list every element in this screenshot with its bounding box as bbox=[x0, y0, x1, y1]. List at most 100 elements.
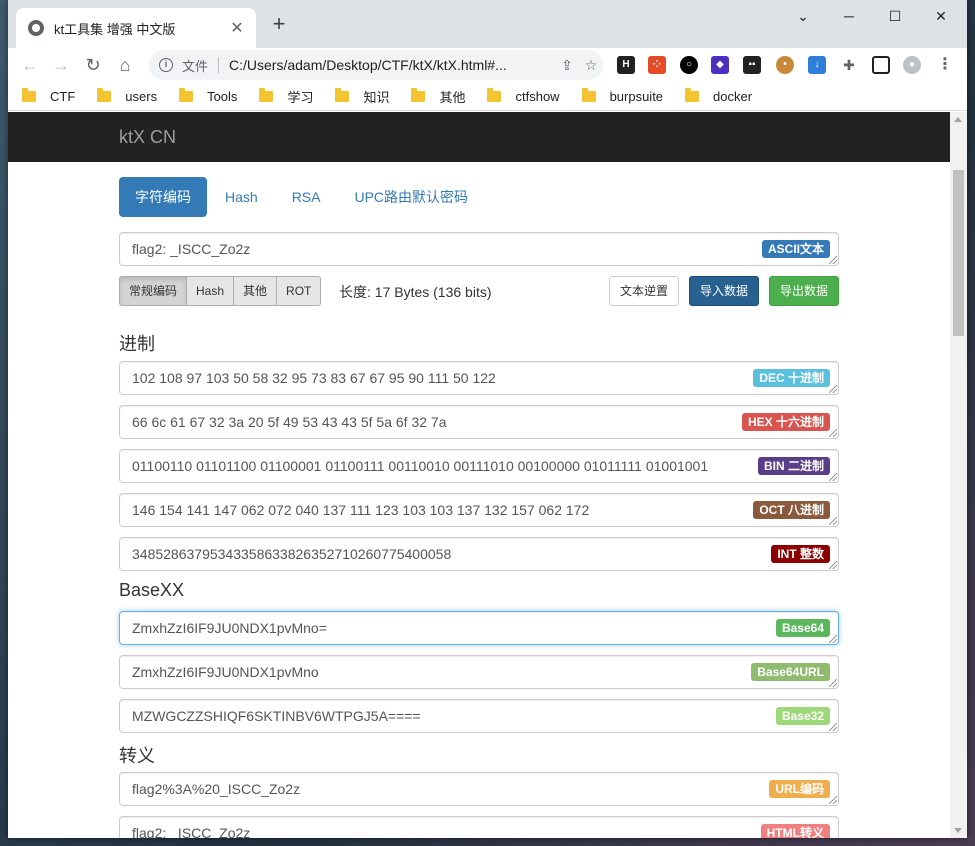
resize-grip-icon[interactable] bbox=[829, 679, 837, 687]
back-arrow-icon[interactable]: ← bbox=[17, 52, 43, 78]
html-escape-badge: HTML转义 bbox=[760, 824, 830, 838]
dec-field[interactable]: 102 108 97 103 50 58 32 95 73 83 67 67 9… bbox=[119, 361, 839, 395]
resize-grip-icon[interactable] bbox=[829, 385, 837, 393]
resize-grip-icon[interactable] bbox=[829, 796, 837, 804]
profile-avatar-icon[interactable]: ● bbox=[903, 56, 921, 74]
bookmark-item[interactable]: burpsuite bbox=[581, 87, 663, 104]
tab-hash[interactable]: Hash bbox=[209, 177, 274, 217]
hex-badge: HEX 十六进制 bbox=[741, 413, 830, 431]
hex-field[interactable]: 66 6c 61 67 32 3a 20 5f 49 53 43 43 5f 5… bbox=[119, 405, 839, 439]
resize-grip-icon[interactable] bbox=[829, 429, 837, 437]
oct-badge: OCT 八进制 bbox=[753, 501, 830, 519]
ascii-input-value[interactable]: flag2: _ISCC_Zo2z bbox=[132, 241, 758, 257]
bin-field[interactable]: 01100110 01101100 01100001 01100111 0011… bbox=[119, 449, 839, 483]
url-encode-field[interactable]: flag2%3A%20_ISCC_Zo2z URL编码 bbox=[119, 772, 839, 806]
close-window-icon[interactable]: ✕ bbox=[918, 4, 964, 28]
group-common-encoding[interactable]: 常规编码 bbox=[119, 276, 188, 306]
browser-toolbar: ← → ↻ ⌂ i 文件 C:/Users/adam/Desktop/CTF/k… bbox=[8, 48, 967, 82]
bookmark-star-icon[interactable]: ☆ bbox=[579, 57, 603, 74]
extension-h-icon[interactable]: H bbox=[617, 56, 635, 74]
base64-value[interactable]: ZmxhZzI6IF9JU0NDX1pvMno= bbox=[132, 620, 758, 636]
export-data-button[interactable]: 导出数据 bbox=[769, 276, 840, 306]
import-data-button[interactable]: 导入数据 bbox=[689, 276, 760, 306]
int-field[interactable]: 3485286379534335863382635271026077540005… bbox=[119, 537, 839, 571]
address-bar[interactable]: i 文件 C:/Users/adam/Desktop/CTF/ktX/ktX.h… bbox=[149, 50, 603, 80]
oct-field[interactable]: 146 154 141 147 062 072 040 137 111 123 … bbox=[119, 493, 839, 527]
base64url-field[interactable]: ZmxhZzI6IF9JU0NDX1pvMno Base64URL bbox=[119, 655, 839, 689]
title-bar: kt工具集 增强 中文版 ✕ + ⌄ ─ ☐ ✕ bbox=[8, 0, 967, 48]
group-rot[interactable]: ROT bbox=[276, 276, 322, 306]
tab-title: kt工具集 增强 中文版 bbox=[54, 21, 176, 37]
new-tab-button[interactable]: + bbox=[268, 12, 290, 36]
folder-icon bbox=[411, 87, 426, 102]
resize-grip-icon[interactable] bbox=[829, 473, 837, 481]
bookmark-item[interactable]: users bbox=[97, 87, 157, 104]
url-text[interactable]: C:/Users/adam/Desktop/CTF/ktX/ktX.html#.… bbox=[229, 57, 555, 73]
url-encode-value[interactable]: flag2%3A%20_ISCC_Zo2z bbox=[132, 781, 758, 797]
bookmark-item[interactable]: 学习 bbox=[259, 87, 313, 106]
tab-search-chevron-icon[interactable]: ⌄ bbox=[780, 4, 826, 28]
section-escape-heading: 转义 bbox=[119, 746, 155, 766]
extension-diamond-icon[interactable]: ◆ bbox=[711, 56, 729, 74]
extension-glasses-icon[interactable]: ▪▪ bbox=[743, 56, 761, 74]
bookmark-item[interactable]: 其他 bbox=[411, 87, 465, 106]
resize-grip-icon[interactable] bbox=[829, 723, 837, 731]
tab-upc-router[interactable]: UPC路由默认密码 bbox=[338, 177, 484, 217]
forward-arrow-icon[interactable]: → bbox=[48, 52, 74, 78]
minimize-icon[interactable]: ─ bbox=[826, 4, 872, 28]
html-escape-value[interactable]: flag2: _ISCC_Zo2z bbox=[132, 825, 758, 838]
extensions-puzzle-icon[interactable]: ✚ bbox=[840, 56, 858, 74]
folder-icon bbox=[335, 87, 350, 102]
resize-grip-icon[interactable] bbox=[829, 256, 837, 264]
share-icon[interactable]: ⇪ bbox=[555, 57, 579, 74]
length-info: 长度: 17 Bytes (136 bits) bbox=[339, 284, 492, 300]
extension-ring-icon[interactable]: ○ bbox=[680, 56, 698, 74]
side-panel-icon[interactable] bbox=[872, 56, 890, 74]
brand-title[interactable]: ktX CN bbox=[119, 127, 176, 147]
ascii-badge: ASCII文本 bbox=[761, 240, 830, 258]
page-scrollbar[interactable] bbox=[950, 112, 967, 838]
scroll-thumb[interactable] bbox=[953, 170, 964, 336]
dec-value[interactable]: 102 108 97 103 50 58 32 95 73 83 67 67 9… bbox=[132, 370, 758, 386]
reverse-text-button[interactable]: 文本逆置 bbox=[609, 276, 680, 306]
tab-char-encoding[interactable]: 字符编码 bbox=[119, 177, 207, 217]
hex-value[interactable]: 66 6c 61 67 32 3a 20 5f 49 53 43 43 5f 5… bbox=[132, 414, 758, 430]
bookmark-item[interactable]: docker bbox=[685, 87, 752, 104]
extension-cookie-icon[interactable]: • bbox=[776, 56, 794, 74]
resize-grip-icon[interactable] bbox=[829, 561, 837, 569]
info-icon[interactable]: i bbox=[159, 58, 173, 72]
ascii-input[interactable]: flag2: _ISCC_Zo2z ASCII文本 bbox=[119, 232, 839, 266]
bookmark-label: 学习 bbox=[287, 89, 314, 105]
bookmark-item[interactable]: ctfshow bbox=[487, 87, 560, 104]
int-badge: INT 整数 bbox=[771, 545, 830, 563]
base32-field[interactable]: MZWGCZZSHIQF6SKTINBV6WTPGJ5A==== Base32 bbox=[119, 699, 839, 733]
resize-grip-icon[interactable] bbox=[829, 517, 837, 525]
home-icon[interactable]: ⌂ bbox=[112, 52, 138, 78]
encode-group: 常规编码 Hash 其他 ROT bbox=[119, 276, 322, 306]
browser-tab[interactable]: kt工具集 增强 中文版 ✕ bbox=[16, 8, 256, 48]
resize-grip-icon[interactable] bbox=[829, 635, 837, 643]
bookmark-item[interactable]: 知识 bbox=[335, 87, 389, 106]
extension-download-icon[interactable]: ↓ bbox=[808, 56, 826, 74]
maximize-icon[interactable]: ☐ bbox=[872, 4, 918, 28]
base64-field[interactable]: ZmxhZzI6IF9JU0NDX1pvMno= Base64 bbox=[119, 611, 839, 645]
extension-dice-icon[interactable]: ⁘ bbox=[648, 56, 666, 74]
bookmark-item[interactable]: Tools bbox=[179, 87, 238, 104]
bin-value[interactable]: 01100110 01101100 01100001 01100111 0011… bbox=[132, 457, 758, 477]
scroll-down-icon[interactable] bbox=[954, 828, 962, 833]
folder-icon bbox=[179, 87, 194, 102]
group-other[interactable]: 其他 bbox=[233, 276, 278, 306]
oct-value[interactable]: 146 154 141 147 062 072 040 137 111 123 … bbox=[132, 502, 758, 518]
base32-value[interactable]: MZWGCZZSHIQF6SKTINBV6WTPGJ5A==== bbox=[132, 708, 758, 724]
tab-close-icon[interactable]: ✕ bbox=[228, 18, 246, 38]
base64url-value[interactable]: ZmxhZzI6IF9JU0NDX1pvMno bbox=[132, 664, 758, 680]
bookmark-item[interactable]: CTF bbox=[22, 87, 75, 104]
group-hash[interactable]: Hash bbox=[186, 276, 235, 306]
int-value[interactable]: 3485286379534335863382635271026077540005… bbox=[132, 546, 758, 562]
reload-icon[interactable]: ↻ bbox=[80, 52, 106, 78]
bookmark-label: Tools bbox=[207, 88, 238, 104]
html-escape-field[interactable]: flag2: _ISCC_Zo2z HTML转义 bbox=[119, 816, 839, 838]
tab-rsa[interactable]: RSA bbox=[276, 177, 337, 217]
scroll-up-icon[interactable] bbox=[954, 117, 962, 122]
menu-kebab-icon[interactable]: ⋮ bbox=[936, 56, 954, 74]
